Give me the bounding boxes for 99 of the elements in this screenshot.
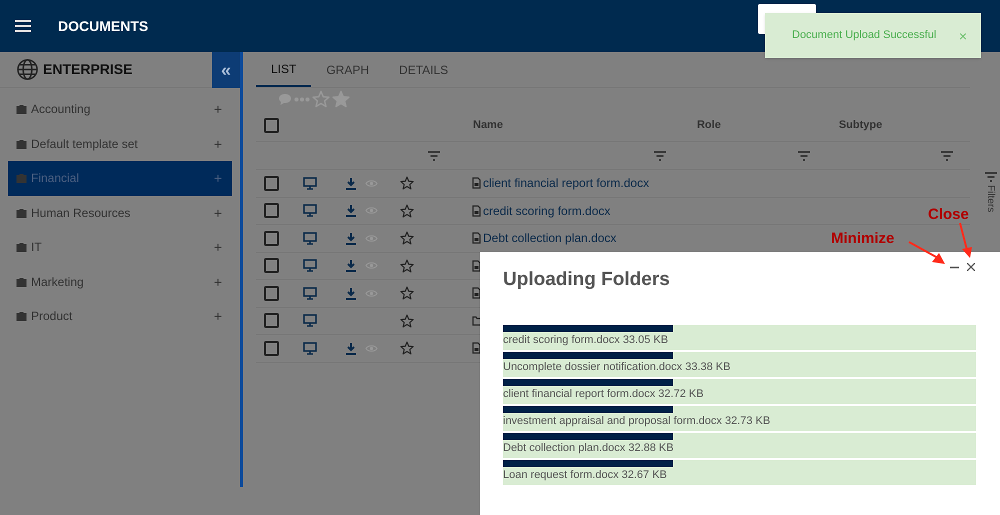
star-icon[interactable] [400, 314, 414, 328]
download-icon[interactable] [345, 232, 357, 245]
add-icon[interactable]: + [214, 171, 222, 186]
sidebar-item[interactable]: Financial + [8, 161, 232, 196]
column-header[interactable]: Role [696, 117, 721, 134]
collapse-button[interactable]: « [212, 52, 240, 88]
sidebar-item[interactable]: Accounting + [8, 92, 232, 126]
upload-label: Debt collection plan.docx 32.88 KB [503, 440, 675, 456]
add-icon[interactable]: + [214, 136, 222, 151]
upload-label: investment appraisal and proposal form.docx 32.73 KB [503, 414, 772, 428]
filter-icon[interactable] [984, 172, 998, 182]
monitor-icon[interactable] [303, 232, 317, 245]
monitor-icon[interactable] [303, 342, 317, 355]
tab[interactable]: DETAILS [384, 52, 464, 87]
sidebar-item[interactable]: Marketing + [8, 264, 232, 299]
briefcase-icon [16, 242, 27, 252]
annotation-label: Close [928, 205, 969, 225]
upload-label: credit scoring form.docx 33.05 KB [503, 332, 670, 348]
add-icon[interactable]: + [214, 309, 222, 324]
monitor-icon[interactable] [303, 204, 317, 218]
star-icon[interactable] [400, 258, 414, 273]
add-icon[interactable]: + [214, 102, 222, 116]
checkbox[interactable] [264, 286, 279, 301]
minimize-icon[interactable] [950, 266, 959, 269]
tab[interactable]: LIST [256, 52, 312, 87]
sidebar-item[interactable]: Human Resources + [8, 196, 232, 230]
star-icon[interactable] [400, 231, 414, 246]
star-icon[interactable] [312, 90, 330, 108]
filter-icon[interactable] [427, 150, 441, 160]
sidebar-item-label: Product [31, 308, 72, 326]
sidebar-item-label: Accounting [31, 101, 90, 118]
globe-icon [16, 58, 39, 81]
sidebar-item[interactable]: Default template set + [8, 126, 232, 161]
annotation-arrow [959, 222, 973, 259]
sidebar-item-label: IT [31, 239, 42, 256]
close-icon[interactable] [967, 263, 975, 271]
download-icon[interactable] [345, 176, 357, 190]
sidebar-item-label: Human Resources [31, 204, 130, 222]
close-button[interactable]: × [958, 28, 967, 42]
briefcase-icon [16, 104, 27, 114]
document-icon [472, 287, 481, 300]
sidebar-item-label: Financial [31, 170, 80, 188]
star-icon[interactable] [400, 341, 414, 356]
briefcase-icon [16, 311, 27, 322]
tab[interactable]: GRAPH [311, 52, 384, 87]
add-icon[interactable]: + [214, 206, 222, 220]
add-icon[interactable]: + [214, 274, 222, 289]
filter-icon[interactable] [653, 150, 667, 160]
star-icon[interactable] [400, 286, 414, 300]
document-icon [472, 342, 481, 354]
menu-icon[interactable] [15, 20, 31, 32]
briefcase-icon [16, 173, 27, 184]
toast-message: Document Upload Successful [792, 28, 936, 44]
column-header[interactable]: Subtype [838, 117, 882, 134]
download-icon[interactable] [345, 286, 357, 300]
dialog-title: Uploading Folders [503, 268, 670, 292]
workspace-title: ENTERPRISE [43, 60, 132, 79]
monitor-icon[interactable] [303, 176, 317, 190]
briefcase-icon [16, 276, 27, 287]
filters-label[interactable]: Filters [983, 185, 998, 212]
checkbox[interactable] [264, 118, 279, 133]
upload-label: Loan request form.docx 32.67 KB [503, 468, 668, 482]
annotation-arrow [908, 240, 946, 266]
file-link[interactable]: Debt collection plan.docx [483, 229, 616, 248]
checkbox[interactable] [264, 258, 279, 274]
file-link[interactable]: credit scoring form.docx [483, 202, 610, 220]
filter-icon[interactable] [797, 150, 811, 160]
column-header[interactable]: Name [473, 117, 503, 134]
briefcase-icon [16, 208, 27, 218]
checkbox[interactable] [264, 230, 279, 246]
star-icon[interactable] [400, 204, 414, 218]
monitor-icon[interactable] [303, 259, 317, 272]
add-icon[interactable]: + [214, 240, 222, 254]
sidebar-item-label: Marketing [31, 274, 84, 291]
star-icon[interactable] [400, 176, 414, 190]
filter-icon[interactable] [940, 150, 954, 160]
sidebar-item[interactable]: Product + [8, 299, 232, 334]
document-icon [472, 232, 481, 244]
monitor-icon[interactable] [303, 286, 317, 300]
filled-star-icon[interactable] [332, 90, 350, 108]
file-link[interactable]: client financial report form.docx [483, 174, 650, 192]
download-icon[interactable] [345, 342, 357, 355]
document-icon [472, 260, 481, 272]
annotation-label: Minimize [831, 229, 894, 249]
checkbox[interactable] [264, 313, 279, 328]
document-icon [472, 204, 481, 217]
monitor-icon[interactable] [303, 314, 317, 328]
sidebar-item[interactable]: IT + [8, 230, 232, 264]
upload-label: Uncomplete dossier notification.docx 33.38 KB [503, 360, 732, 374]
document-icon [472, 177, 481, 190]
checkbox[interactable] [264, 203, 279, 218]
checkbox[interactable] [264, 340, 279, 356]
upload-label: client financial report form.docx 32.72 KB [503, 386, 705, 402]
page-title: DOCUMENTS [58, 16, 148, 36]
checkbox[interactable] [264, 176, 279, 191]
briefcase-icon [16, 138, 27, 149]
download-icon[interactable] [345, 259, 357, 272]
download-icon[interactable] [345, 204, 357, 218]
sidebar-item-label: Default template set [31, 136, 138, 153]
